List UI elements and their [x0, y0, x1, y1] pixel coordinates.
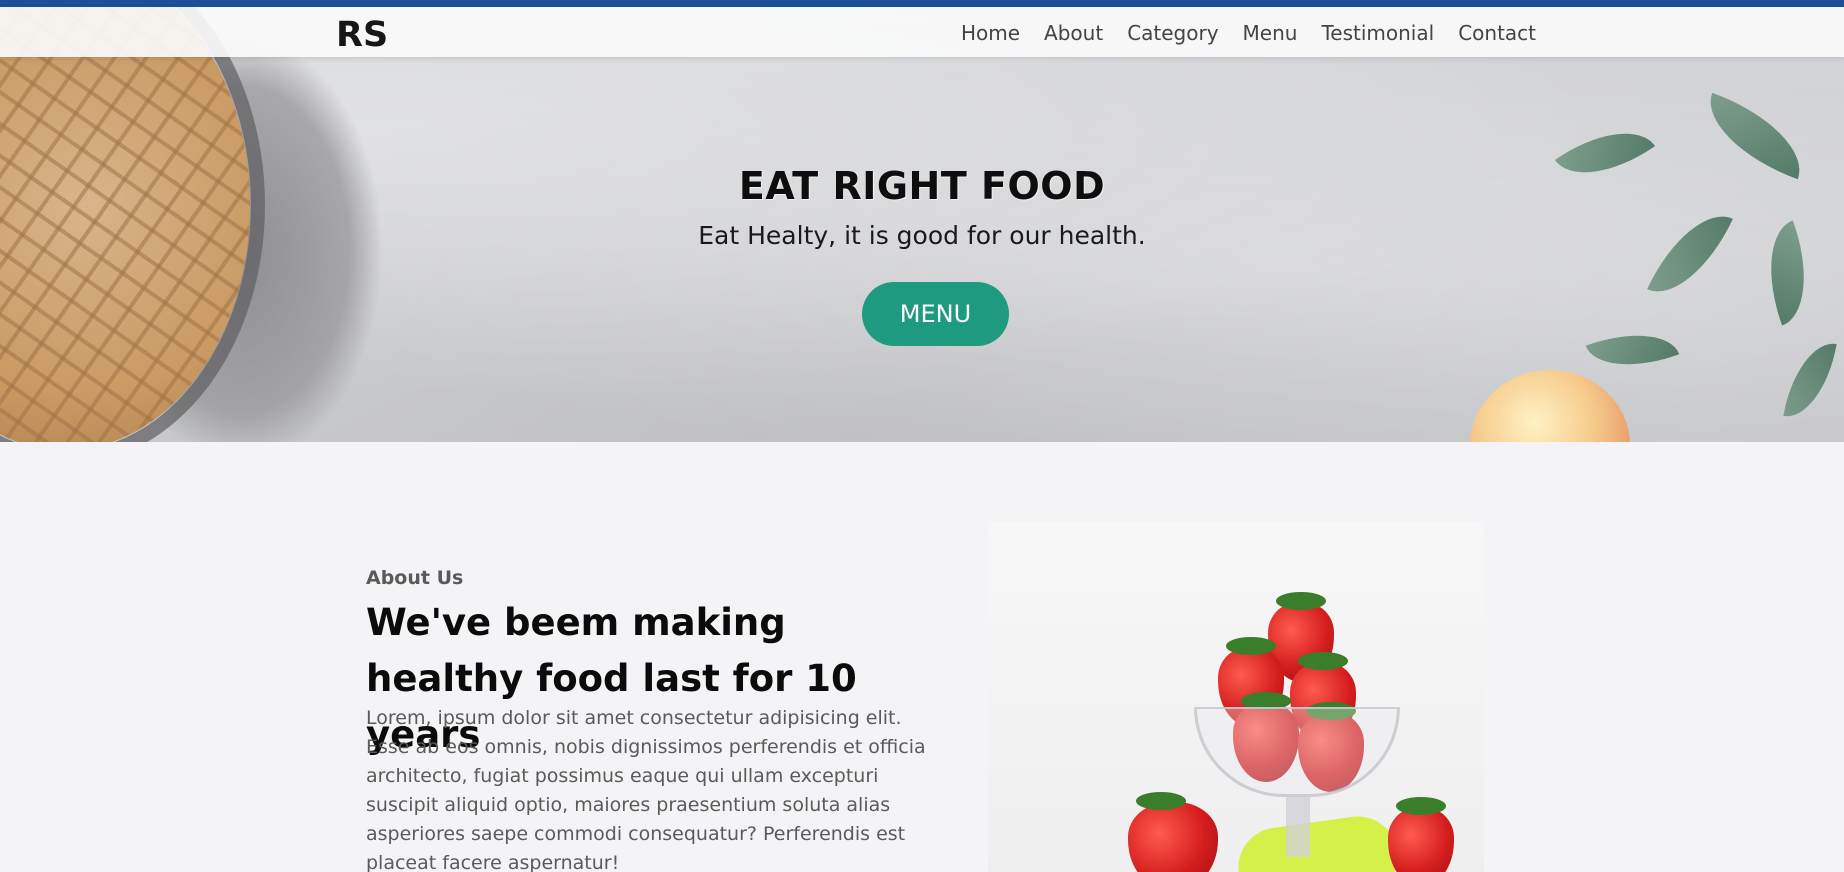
about-body: Lorem, ipsum dolor sit amet consectetur … [366, 707, 926, 872]
nav-link-category[interactable]: Category [1127, 21, 1218, 45]
nav-links: Home About Category Menu Testimonial Con… [937, 21, 1536, 45]
navbar: RS Home About Category Menu Testimonial … [0, 7, 1844, 57]
hero-title: EAT RIGHT FOOD [738, 164, 1106, 208]
top-accent-bar [0, 0, 1844, 7]
nav-link-testimonial[interactable]: Testimonial [1321, 21, 1434, 45]
glass-stem-image [1286, 797, 1310, 857]
nav-link-about[interactable]: About [1044, 21, 1103, 45]
nav-link-home[interactable]: Home [961, 21, 1020, 45]
menu-button[interactable]: MENU [862, 282, 1009, 346]
about-section: About Us We've beem making healthy food … [0, 442, 1844, 872]
logo[interactable]: RS [336, 15, 388, 55]
glass-bowl-image [1194, 707, 1400, 797]
ribbon-image [1233, 811, 1403, 872]
strawberry-image [1128, 792, 1218, 872]
nav-link-contact[interactable]: Contact [1458, 21, 1536, 45]
strawberry-image [1388, 797, 1454, 872]
about-kicker: About Us [366, 567, 464, 589]
hero-subtitle: Eat Healty, it is good for our health. [698, 221, 1146, 250]
strawberries-image [988, 522, 1484, 872]
nav-link-menu[interactable]: Menu [1243, 21, 1298, 45]
hero-section: EAT RIGHT FOOD Eat Healty, it is good fo… [0, 0, 1844, 442]
